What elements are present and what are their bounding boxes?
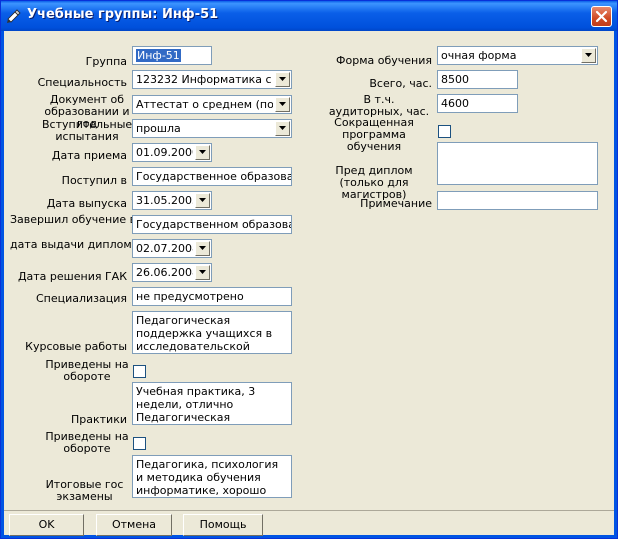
note-label: Примечание bbox=[360, 197, 432, 210]
completed-input[interactable]: Государственном образовате bbox=[132, 215, 292, 234]
ok-button[interactable]: OK bbox=[9, 514, 84, 536]
shown-back2-checkbox[interactable] bbox=[133, 437, 146, 450]
document-select[interactable]: Аттестат о среднем (полно bbox=[132, 95, 292, 114]
admission-date-label: Дата приема bbox=[51, 149, 127, 162]
entered-input[interactable]: Государственное образовател bbox=[132, 167, 292, 186]
divider bbox=[4, 510, 614, 511]
coursework-label: Курсовые работы bbox=[25, 340, 127, 353]
diploma-date-picker[interactable]: 02.07.2008 bbox=[132, 239, 212, 258]
admission-date-picker[interactable]: 01.09.2000 bbox=[132, 143, 212, 162]
practice-memo[interactable]: Учебная практика, 3 недели, отлично Педа… bbox=[132, 382, 292, 425]
help-button[interactable]: Помощь bbox=[183, 514, 263, 536]
diploma-date-label: дата выдачи диплома bbox=[10, 238, 139, 251]
close-button[interactable] bbox=[591, 6, 612, 27]
specialization-input[interactable]: не предусмотрено bbox=[132, 287, 292, 306]
dialog-client-area: Группа Инф-51 Специальность 123232 Инфор… bbox=[4, 31, 614, 536]
exams-label: Итоговые гос экзамены bbox=[45, 478, 124, 503]
shown-back1-checkbox[interactable] bbox=[133, 365, 146, 378]
title-bar[interactable]: Учебные группы: Инф-51 bbox=[1, 1, 617, 31]
pre-diploma-memo[interactable] bbox=[437, 142, 598, 185]
group-input[interactable]: Инф-51 bbox=[132, 46, 212, 65]
gak-date-picker[interactable]: 26.06.2008 bbox=[132, 263, 212, 282]
chevron-down-icon[interactable] bbox=[275, 97, 290, 112]
chevron-down-icon[interactable] bbox=[195, 241, 210, 256]
graduation-date-picker[interactable]: 31.05.2005 bbox=[132, 191, 212, 210]
completed-label: Завершил обучение в bbox=[10, 213, 137, 226]
pre-diploma-label: Пред диплом (только для магистров) bbox=[335, 164, 413, 201]
cancel-button[interactable]: Отмена bbox=[96, 514, 172, 536]
chevron-down-icon[interactable] bbox=[581, 48, 596, 63]
chevron-down-icon[interactable] bbox=[195, 265, 210, 280]
short-program-checkbox[interactable] bbox=[438, 125, 451, 138]
short-program-label: Сокращенная программа обучения bbox=[334, 116, 414, 153]
coursework-memo[interactable]: Педагогическая поддержка учащихся в иссл… bbox=[132, 311, 292, 354]
entrance-select[interactable]: прошла bbox=[132, 119, 292, 138]
practice-label: Практики bbox=[71, 413, 127, 426]
total-hours-label: Всего, час. bbox=[369, 77, 432, 90]
note-input[interactable] bbox=[437, 191, 598, 210]
chevron-down-icon[interactable] bbox=[275, 72, 290, 87]
aud-hours-input[interactable]: 4600 bbox=[437, 94, 518, 113]
study-form-select[interactable]: очная форма bbox=[437, 46, 598, 65]
chevron-down-icon[interactable] bbox=[195, 145, 210, 160]
chevron-down-icon[interactable] bbox=[275, 121, 290, 136]
entrance-label: Вступительные испытания bbox=[42, 118, 133, 143]
aud-hours-label: В т.ч. аудиторных, час. bbox=[328, 93, 430, 118]
specialty-select[interactable]: 123232 Информатика с до bbox=[132, 70, 292, 89]
shown-back1-label: Приведены на обороте bbox=[45, 358, 129, 383]
gak-date-label: Дата решения ГАК bbox=[17, 270, 127, 283]
total-hours-input[interactable]: 8500 bbox=[437, 70, 518, 89]
study-form-label: Форма обучения bbox=[336, 54, 432, 67]
exams-memo[interactable]: Педагогика, психология и методика обучен… bbox=[132, 455, 292, 498]
dialog-window: Учебные группы: Инф-51 Группа Инф-51 Спе… bbox=[0, 0, 618, 539]
entered-label: Поступил в bbox=[61, 174, 127, 187]
graduation-date-label: Дата выпуска bbox=[46, 197, 127, 210]
window-title: Учебные группы: Инф-51 bbox=[27, 7, 219, 22]
specialization-label: Специализация bbox=[35, 292, 127, 305]
group-label: Группа bbox=[85, 55, 127, 68]
specialty-label: Специальность bbox=[37, 76, 127, 89]
close-icon bbox=[595, 10, 608, 23]
app-icon bbox=[7, 9, 21, 23]
shown-back2-label: Приведены на обороте bbox=[45, 430, 129, 455]
chevron-down-icon[interactable] bbox=[195, 193, 210, 208]
